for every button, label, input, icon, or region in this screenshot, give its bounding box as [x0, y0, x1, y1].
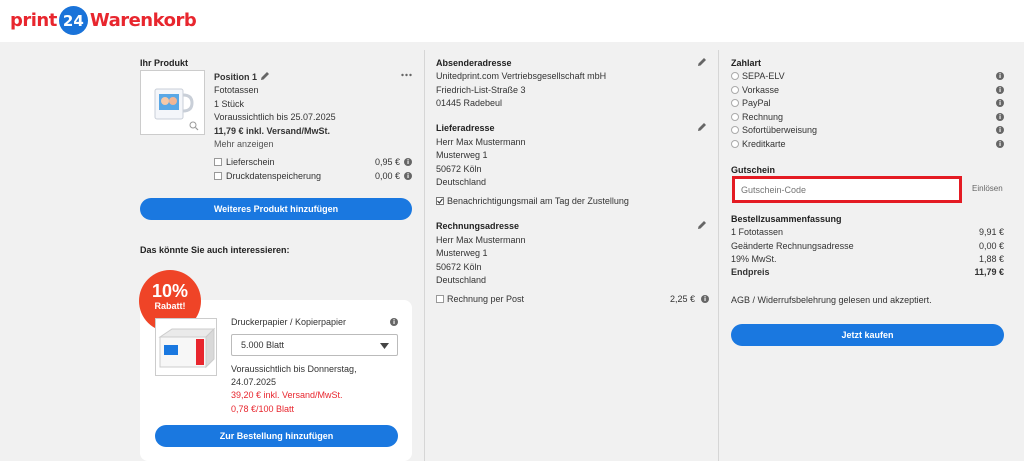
buy-now-button[interactable]: Jetzt kaufen: [731, 324, 1004, 346]
terms-text: AGB / Widerrufsbelehrung gelesen und akz…: [731, 295, 932, 305]
notify-label: Benachrichtigungsmail am Tag der Zustell…: [447, 196, 629, 206]
edit-position-icon[interactable]: [260, 71, 270, 81]
quantity-select-value: 5.000 Blatt: [241, 340, 285, 350]
product-name: Fototassen: [214, 85, 259, 95]
paper-delivery-line1: Voraussichtlich bis Donnerstag,: [231, 364, 357, 374]
notify-checkbox[interactable]: [436, 197, 444, 205]
sender-line: 01445 Radebeul: [436, 98, 503, 108]
quantity-select[interactable]: 5.000 Blatt: [231, 334, 398, 356]
druckdaten-checkbox[interactable]: [214, 172, 222, 180]
edit-billing-icon[interactable]: [697, 220, 707, 230]
product-section-title: Ihr Produkt: [140, 58, 189, 68]
payment-option-label: PayPal: [742, 98, 771, 108]
paper-delivery-line2: 24.07.2025: [231, 377, 277, 387]
paper-box-image: [158, 327, 216, 369]
add-to-order-button[interactable]: Zur Bestellung hinzufügen: [155, 425, 398, 447]
edit-sender-icon[interactable]: [697, 57, 707, 67]
billing-address-title: Rechnungsadresse: [436, 221, 520, 231]
summary-row-label: 19% MwSt.: [731, 254, 777, 264]
column-divider-left: [424, 50, 425, 461]
info-icon[interactable]: i: [996, 86, 1004, 94]
total-label: Endpreis: [731, 267, 770, 277]
payment-option-label: SEPA-ELV: [742, 71, 785, 81]
product-price: 11,79 € inkl. Versand/MwSt.: [214, 126, 331, 136]
chevron-down-icon: [380, 343, 389, 349]
payment-radio-vorkasse[interactable]: [731, 86, 739, 94]
payment-option-label: Sofortüberweisung: [742, 125, 818, 135]
delivery-address-line: Deutschland: [436, 177, 487, 187]
info-icon[interactable]: i: [996, 72, 1004, 80]
payment-option-label: Rechnung: [742, 112, 784, 122]
logo-cart-text: Warenkorb: [89, 10, 197, 31]
payment-radio-sofort[interactable]: [731, 126, 739, 134]
paper-price: 39,20 € inkl. Versand/MwSt.: [231, 390, 343, 400]
summary-row-value: 1,88 €: [978, 254, 1004, 264]
billing-address-line: Musterweg 1: [436, 248, 488, 258]
payment-option-label: Vorkasse: [742, 85, 780, 95]
position-label: Position 1: [214, 72, 258, 82]
voucher-input[interactable]: [732, 176, 962, 203]
header-bar: print 24 Warenkorb: [0, 0, 1024, 42]
invoice-post-checkbox[interactable]: [436, 295, 444, 303]
payment-title: Zahlart: [731, 58, 762, 68]
lieferschein-price: 0,95 €: [375, 157, 401, 167]
druckdaten-label: Druckdatenspeicherung: [226, 171, 322, 181]
summary-row-label: Geänderte Rechnungsadresse: [731, 241, 854, 251]
summary-row-label: 1 Fototassen: [731, 227, 784, 237]
add-product-button[interactable]: Weiteres Produkt hinzufügen: [140, 198, 412, 220]
voucher-title: Gutschein: [731, 165, 776, 175]
total-value: 11,79 €: [974, 267, 1004, 277]
summary-row-value: 9,91 €: [978, 227, 1004, 237]
lieferschein-label: Lieferschein: [226, 157, 275, 167]
invoice-post-label: Rechnung per Post: [447, 294, 525, 304]
invoice-post-price: 2,25 €: [670, 294, 696, 304]
payment-radio-sepa[interactable]: [731, 72, 739, 80]
more-details-link[interactable]: Mehr anzeigen: [214, 139, 274, 149]
paper-unit-price: 0,78 €/100 Blatt: [231, 404, 295, 414]
payment-option-label: Kreditkarte: [742, 139, 786, 149]
delivery-address-line: Musterweg 1: [436, 150, 488, 160]
delivery-address-title: Lieferadresse: [436, 123, 495, 133]
payment-radio-rechnung[interactable]: [731, 113, 739, 121]
payment-radio-paypal[interactable]: [731, 99, 739, 107]
column-divider-right: [718, 50, 719, 461]
lieferschein-checkbox[interactable]: [214, 158, 222, 166]
zoom-icon[interactable]: [189, 121, 199, 131]
summary-title: Bestellzusammenfassung: [731, 214, 842, 224]
info-icon[interactable]: i: [404, 172, 412, 180]
sender-line: Friedrich-List-Straße 3: [436, 85, 526, 95]
logo[interactable]: print 24 Warenkorb: [10, 6, 197, 35]
info-icon[interactable]: i: [701, 295, 709, 303]
recommend-title: Das könnte Sie auch interessieren:: [140, 245, 290, 255]
summary-row-value: 0,00 €: [978, 241, 1004, 251]
edit-delivery-icon[interactable]: [697, 122, 707, 132]
delivery-address-line: 50672 Köln: [436, 164, 482, 174]
product-delivery-date: Voraussichtlich bis 25.07.2025: [214, 112, 336, 122]
info-icon[interactable]: i: [390, 318, 398, 326]
sender-title: Absenderadresse: [436, 58, 512, 68]
product-quantity: 1 Stück: [214, 99, 245, 109]
discount-percent: 10%: [151, 281, 189, 301]
info-icon[interactable]: i: [996, 126, 1004, 134]
checkmark-icon: [437, 198, 443, 204]
info-icon[interactable]: i: [996, 113, 1004, 121]
redeem-link[interactable]: Einlösen: [972, 184, 1003, 193]
billing-address-line: Deutschland: [436, 275, 487, 285]
delivery-address-line: Herr Max Mustermann: [436, 137, 526, 147]
sender-line: Unitedprint.com Vertriebsgesellschaft mb…: [436, 71, 607, 81]
druckdaten-price: 0,00 €: [375, 171, 401, 181]
billing-address-line: 50672 Köln: [436, 262, 482, 272]
logo-print-text: print: [10, 10, 57, 31]
info-icon[interactable]: i: [996, 140, 1004, 148]
discount-text: Rabatt!: [154, 301, 186, 311]
billing-address-line: Herr Max Mustermann: [436, 235, 526, 245]
paper-product-name: Druckerpapier / Kopierpapier: [231, 317, 347, 327]
info-icon[interactable]: i: [996, 99, 1004, 107]
more-options-icon[interactable]: [401, 73, 412, 77]
paper-thumbnail[interactable]: [155, 318, 217, 376]
logo-24-badge: 24: [58, 6, 88, 35]
info-icon[interactable]: i: [404, 158, 412, 166]
product-thumbnail[interactable]: [140, 70, 205, 135]
payment-radio-kreditkarte[interactable]: [731, 140, 739, 148]
